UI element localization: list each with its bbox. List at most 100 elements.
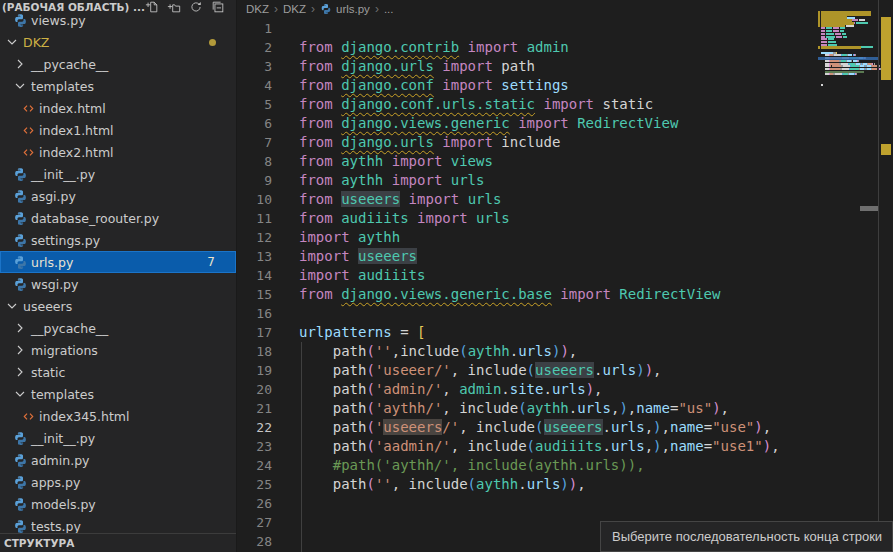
minimap[interactable] <box>818 0 878 552</box>
code-token <box>383 172 391 188</box>
code-token: = <box>704 438 712 454</box>
tree-item-label: __init__.py <box>31 167 95 182</box>
code-line-5[interactable]: 5from django.conf.urls.static import sta… <box>238 95 893 114</box>
minimap-line <box>826 30 831 32</box>
minimap-gutter-warning <box>818 24 820 27</box>
code-token <box>299 438 333 454</box>
code-line-11[interactable]: 11from audiiits import urls <box>238 209 893 228</box>
code-token: ( <box>527 362 535 378</box>
tree-folder-__pycache__[interactable]: __pycache__ <box>0 53 236 75</box>
code-token: from <box>299 210 333 226</box>
tree-file-urls.py[interactable]: urls.py7 <box>0 251 236 273</box>
code-line-16[interactable]: 16 <box>238 304 893 323</box>
breadcrumb-item[interactable]: DKZ <box>283 3 306 15</box>
code-token: aythh <box>341 153 383 169</box>
tree-folder-static[interactable]: static <box>0 361 236 383</box>
code-token: . <box>602 438 610 454</box>
minimap-line <box>874 63 875 65</box>
code-token: urls <box>603 362 637 378</box>
code-line-6[interactable]: 6from django.views.generic import Redire… <box>238 114 893 133</box>
outline-section-header[interactable]: СТРУКТУРА <box>0 533 236 552</box>
code-line-21[interactable]: 21 path('aythh/', include(aythh.urls,),n… <box>238 399 893 418</box>
code-token: , <box>451 438 468 454</box>
tree-item-label: index1.html <box>39 123 114 138</box>
code-line-20[interactable]: 20 path('admin/', admin.site.urls), <box>238 380 893 399</box>
tree-file-models.py[interactable]: models.py <box>0 493 236 515</box>
collapse-all-icon[interactable] <box>211 0 225 14</box>
code-line-15[interactable]: 15from django.views.generic.base import … <box>238 285 893 304</box>
python-icon <box>13 497 28 512</box>
explorer-section-header[interactable]: (РАБОЧАЯ ОБЛАСТЬ) ... <box>0 0 236 14</box>
code-line-12[interactable]: 12import aythh <box>238 228 893 247</box>
line-number: 10 <box>238 190 272 209</box>
code-line-7[interactable]: 7from django.urls import include <box>238 133 893 152</box>
python-icon <box>13 431 28 446</box>
code-token: include <box>409 476 468 492</box>
minimap-line <box>840 30 844 32</box>
breadcrumb[interactable]: DKZ›DKZ› urls.py›... <box>238 0 893 17</box>
code-token: include <box>459 400 518 416</box>
code-line-18[interactable]: 18 path('',include(aythh.urls)), <box>238 342 893 361</box>
code-line-2[interactable]: 2from django.contrib import admin <box>238 38 893 57</box>
code-token: . <box>510 343 518 359</box>
breadcrumb-item[interactable]: DKZ <box>246 3 269 15</box>
code-line-25[interactable]: 25 path('', include(aythh.urls)), <box>238 475 893 494</box>
line-number: 26 <box>238 494 272 513</box>
breadcrumb-item[interactable]: urls.py <box>336 3 370 15</box>
tree-file-database_roouter.py[interactable]: database_roouter.py <box>0 207 236 229</box>
breadcrumb-separator: › <box>311 2 315 16</box>
code-token: '' <box>375 343 392 359</box>
python-icon <box>320 3 332 15</box>
tree-file-index2.html[interactable]: index2.html <box>0 141 236 163</box>
line-number: 9 <box>238 171 272 190</box>
code-line-10[interactable]: 10from useeers import urls <box>238 190 893 209</box>
tree-file-admin.py[interactable]: admin.py <box>0 449 236 471</box>
code-line-13[interactable]: 13import useeers <box>238 247 893 266</box>
tree-file-__init__.py[interactable]: __init__.py <box>0 427 236 449</box>
code-line-8[interactable]: 8from aythh import views <box>238 152 893 171</box>
code-line-23[interactable]: 23 path('aadmin/', include(audiiits.urls… <box>238 437 893 456</box>
code-area[interactable]: 12from django.contrib import admin3from … <box>238 19 893 551</box>
code-line-17[interactable]: 17urlpatterns = [ <box>238 323 893 342</box>
code-line-14[interactable]: 14import audiiits <box>238 266 893 285</box>
python-icon <box>13 475 28 490</box>
tree-file-asgi.py[interactable]: asgi.py <box>0 185 236 207</box>
line-number: 22 <box>238 418 272 437</box>
code-line-1[interactable]: 1 <box>238 19 893 38</box>
tree-folder-migrations[interactable]: migrations <box>0 339 236 361</box>
code-line-24[interactable]: 24 #path('aythh/', include(aythh.urls)), <box>238 456 893 475</box>
code-token: , <box>721 400 729 416</box>
tree-folder-DKZ[interactable]: DKZ <box>0 31 236 53</box>
tree-folder-templates[interactable]: templates <box>0 75 236 97</box>
tree-file-wsgi.py[interactable]: wsgi.py <box>0 273 236 295</box>
minimap-line <box>846 25 853 27</box>
new-folder-icon[interactable] <box>167 0 181 14</box>
tree-item-label: __init__.py <box>31 431 95 446</box>
tree-file-index1.html[interactable]: index1.html <box>0 119 236 141</box>
code-token <box>299 400 333 416</box>
refresh-icon[interactable] <box>189 0 203 14</box>
new-file-icon[interactable] <box>145 0 159 14</box>
tree-file-__init__.py[interactable]: __init__.py <box>0 163 236 185</box>
line-number: 15 <box>238 285 272 304</box>
minimap-warning-highlight <box>821 24 845 27</box>
line-number: 16 <box>238 304 272 323</box>
tree-folder-templates[interactable]: templates <box>0 383 236 405</box>
code-line-9[interactable]: 9from aythh import urls <box>238 171 893 190</box>
tree-file-apps.py[interactable]: apps.py <box>0 471 236 493</box>
tree-file-index.html[interactable]: index.html <box>0 97 236 119</box>
tree-file-settings.py[interactable]: settings.py <box>0 229 236 251</box>
code-line-3[interactable]: 3from django.urls import path <box>238 57 893 76</box>
chevron-right-icon <box>12 320 28 336</box>
code-line-22[interactable]: 22 path('useeers/', include(useeers.urls… <box>238 418 893 437</box>
code-line-26[interactable]: 26 <box>238 494 893 513</box>
tree-file-index345.html[interactable]: index345.html <box>0 405 236 427</box>
code-token: , <box>763 419 771 435</box>
tree-folder-useeers[interactable]: useeers <box>0 295 236 317</box>
code-line-4[interactable]: 4from django.conf import settings <box>238 76 893 95</box>
code-token: include <box>501 134 560 150</box>
code-line-19[interactable]: 19 path('useeer/', include(useeers.urls)… <box>238 361 893 380</box>
breadcrumb-item[interactable]: ... <box>384 3 394 15</box>
code-token: path <box>333 343 367 359</box>
tree-folder-__pycache__[interactable]: __pycache__ <box>0 317 236 339</box>
